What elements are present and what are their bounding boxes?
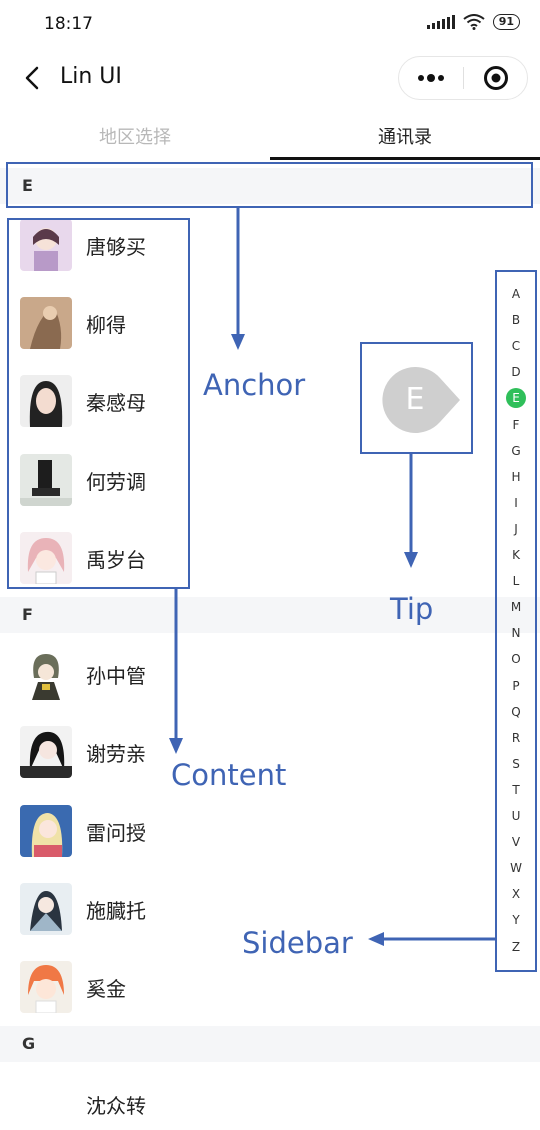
tip-label: Tip <box>390 592 434 626</box>
sidebar-label: Sidebar <box>242 926 353 960</box>
anchor-label: Anchor <box>203 368 306 402</box>
content-label: Content <box>171 758 287 792</box>
